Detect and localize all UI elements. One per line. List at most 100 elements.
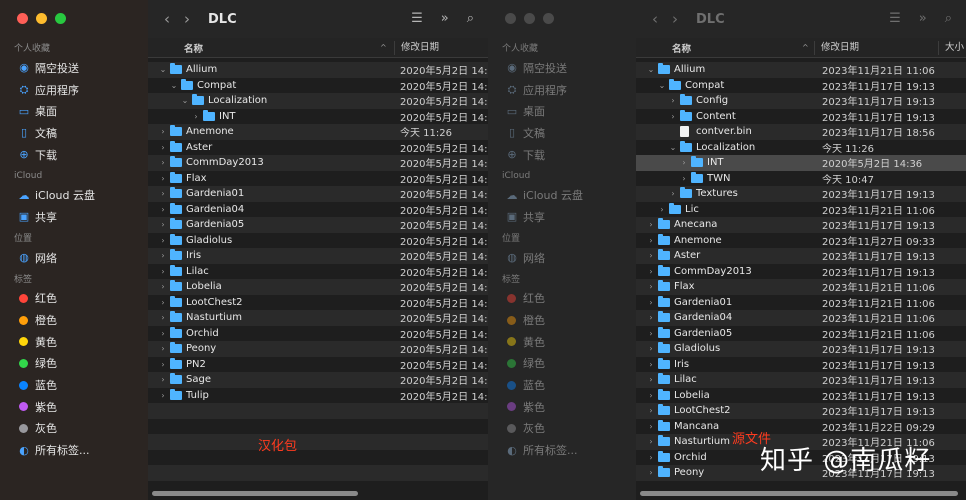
file-row[interactable]: › Flax 2020年5月2日 14: xyxy=(148,171,488,187)
view-options-icon[interactable]: ☰ xyxy=(411,11,423,26)
file-row[interactable]: › Anecana 2023年11月17日 19:13 xyxy=(636,217,966,233)
file-row[interactable]: › Content 2023年11月17日 19:13 xyxy=(636,109,966,125)
sidebar-tag-3[interactable]: 绿色 xyxy=(488,353,636,375)
chevron-right-icon[interactable]: › xyxy=(158,298,168,307)
file-row[interactable]: › Gladiolus 2023年11月17日 19:13 xyxy=(636,341,966,357)
close-button[interactable] xyxy=(505,13,516,24)
file-row[interactable]: › INT 2020年5月2日 14: xyxy=(148,109,488,125)
chevron-right-icon[interactable]: › xyxy=(646,267,656,276)
file-row[interactable]: › PN2 2020年5月2日 14: xyxy=(148,357,488,373)
file-row[interactable]: ›contver.bin2023年11月17日 18:56 xyxy=(636,124,966,140)
chevron-right-icon[interactable]: › xyxy=(191,112,201,121)
sidebar-tag-0[interactable]: 红色 xyxy=(488,288,636,310)
chevron-right-icon[interactable]: › xyxy=(668,112,678,121)
chevron-right-icon[interactable]: › xyxy=(158,205,168,214)
chevron-right-icon[interactable]: › xyxy=(158,220,168,229)
chevron-right-icon[interactable]: › xyxy=(646,236,656,245)
file-row[interactable]: › Aster 2020年5月2日 14: xyxy=(148,140,488,156)
file-row[interactable]: › LootChest2 2023年11月17日 19:13 xyxy=(636,403,966,419)
file-row[interactable]: › Textures 2023年11月17日 19:13 xyxy=(636,186,966,202)
back-button[interactable]: ‹ xyxy=(652,10,658,28)
sidebar-tag-6[interactable]: 灰色 xyxy=(0,418,148,440)
chevron-down-icon[interactable]: ⌄ xyxy=(158,65,168,74)
file-row[interactable]: › Sage 2020年5月2日 14: xyxy=(148,372,488,388)
chevron-down-icon[interactable]: ⌄ xyxy=(180,96,190,105)
file-row[interactable]: › Iris 2020年5月2日 14: xyxy=(148,248,488,264)
file-row[interactable]: › Lic 2023年11月21日 11:06 xyxy=(636,202,966,218)
file-row[interactable]: ⌄ Localization 今天 11:26 xyxy=(636,140,966,156)
file-row[interactable]: › Gardenia01 2020年5月2日 14: xyxy=(148,186,488,202)
chevron-right-icon[interactable]: › xyxy=(158,391,168,400)
file-row[interactable]: › INT 2020年5月2日 14:36 xyxy=(636,155,966,171)
sidebar-tag-1[interactable]: 橙色 xyxy=(0,309,148,331)
sidebar-tag-5[interactable]: 紫色 xyxy=(488,396,636,418)
chevron-right-icon[interactable]: › xyxy=(646,329,656,338)
sidebar-item[interactable]: ▣ 共享 xyxy=(488,206,636,228)
file-row[interactable]: › Aster 2023年11月17日 19:13 xyxy=(636,248,966,264)
file-row[interactable]: › Lobelia 2023年11月17日 19:13 xyxy=(636,388,966,404)
sidebar-tag-5[interactable]: 紫色 xyxy=(0,396,148,418)
file-row[interactable]: › Lilac 2020年5月2日 14: xyxy=(148,264,488,280)
chevron-right-icon[interactable]: › xyxy=(158,344,168,353)
file-row[interactable]: ⌄ Compat 2023年11月17日 19:13 xyxy=(636,78,966,94)
minimize-button[interactable] xyxy=(36,13,47,24)
sidebar-tag-0[interactable]: 红色 xyxy=(0,288,148,310)
sidebar-item[interactable]: ◍ 网络 xyxy=(488,247,636,269)
chevron-down-icon[interactable]: ⌄ xyxy=(169,81,179,90)
search-icon[interactable]: ⌕ xyxy=(945,11,952,26)
file-row[interactable]: › Config 2023年11月17日 19:13 xyxy=(636,93,966,109)
file-row[interactable]: › Lilac 2023年11月17日 19:13 xyxy=(636,372,966,388)
chevron-right-icon[interactable]: › xyxy=(646,422,656,431)
file-row[interactable]: › CommDay2013 2020年5月2日 14: xyxy=(148,155,488,171)
forward-button[interactable]: › xyxy=(184,10,190,28)
chevron-right-icon[interactable]: › xyxy=(158,158,168,167)
file-row[interactable]: › Lobelia 2020年5月2日 14: xyxy=(148,279,488,295)
sidebar-item[interactable]: ▯ 文稿 xyxy=(0,122,148,144)
file-row[interactable]: › Iris 2023年11月17日 19:13 xyxy=(636,357,966,373)
chevron-right-icon[interactable]: › xyxy=(646,344,656,353)
sidebar-tag-2[interactable]: 黄色 xyxy=(488,331,636,353)
sidebar-item[interactable]: ◐ 所有标签... xyxy=(0,439,148,461)
zoom-button[interactable] xyxy=(543,13,554,24)
file-row[interactable]: ⌄ Allium 2020年5月2日 14: xyxy=(148,62,488,78)
file-row[interactable]: ⌄ Localization 2020年5月2日 14: xyxy=(148,93,488,109)
file-row[interactable]: › Peony 2020年5月2日 14: xyxy=(148,341,488,357)
chevron-right-icon[interactable]: › xyxy=(158,174,168,183)
search-icon[interactable]: ⌕ xyxy=(467,11,474,26)
chevron-right-icon[interactable]: › xyxy=(646,282,656,291)
sidebar-item[interactable]: ⛭ 应用程序 xyxy=(0,79,148,101)
chevron-right-icon[interactable]: › xyxy=(158,329,168,338)
chevron-down-icon[interactable]: ⌄ xyxy=(657,81,667,90)
chevron-right-icon[interactable]: › xyxy=(158,143,168,152)
chevron-right-icon[interactable]: › xyxy=(679,158,689,167)
sidebar-item[interactable]: ☁ iCloud 云盘 xyxy=(488,184,636,206)
more-icon[interactable]: » xyxy=(441,11,449,26)
file-row[interactable]: › Gardenia04 2023年11月21日 11:06 xyxy=(636,310,966,326)
sidebar-tag-4[interactable]: 蓝色 xyxy=(488,374,636,396)
back-button[interactable]: ‹ xyxy=(164,10,170,28)
sidebar-item[interactable]: ▯ 文稿 xyxy=(488,122,636,144)
chevron-right-icon[interactable]: › xyxy=(646,406,656,415)
chevron-right-icon[interactable]: › xyxy=(646,453,656,462)
file-row[interactable]: ⌄ Compat 2020年5月2日 14: xyxy=(148,78,488,94)
file-row[interactable]: › Gardenia01 2023年11月21日 11:06 xyxy=(636,295,966,311)
chevron-right-icon[interactable]: › xyxy=(668,96,678,105)
file-row[interactable]: › Gladiolus 2020年5月2日 14: xyxy=(148,233,488,249)
chevron-right-icon[interactable]: › xyxy=(679,174,689,183)
chevron-down-icon[interactable]: ⌄ xyxy=(668,143,678,152)
forward-button[interactable]: › xyxy=(672,10,678,28)
file-row[interactable]: › Gardenia05 2023年11月21日 11:06 xyxy=(636,326,966,342)
chevron-right-icon[interactable]: › xyxy=(646,375,656,384)
chevron-right-icon[interactable]: › xyxy=(646,298,656,307)
file-row[interactable]: ⌄ Allium 2023年11月21日 11:06 xyxy=(636,62,966,78)
chevron-right-icon[interactable]: › xyxy=(646,360,656,369)
sidebar-tag-4[interactable]: 蓝色 xyxy=(0,374,148,396)
name-column-header[interactable]: 名称 xyxy=(672,41,691,55)
chevron-right-icon[interactable]: › xyxy=(646,391,656,400)
sidebar-item[interactable]: ⊕ 下载 xyxy=(0,144,148,166)
chevron-right-icon[interactable]: › xyxy=(158,236,168,245)
chevron-right-icon[interactable]: › xyxy=(158,251,168,260)
file-row[interactable]: › Mancana 2023年11月22日 09:29 xyxy=(636,419,966,435)
chevron-right-icon[interactable]: › xyxy=(646,437,656,446)
sidebar-item[interactable]: ◉ 隔空投送 xyxy=(0,57,148,79)
